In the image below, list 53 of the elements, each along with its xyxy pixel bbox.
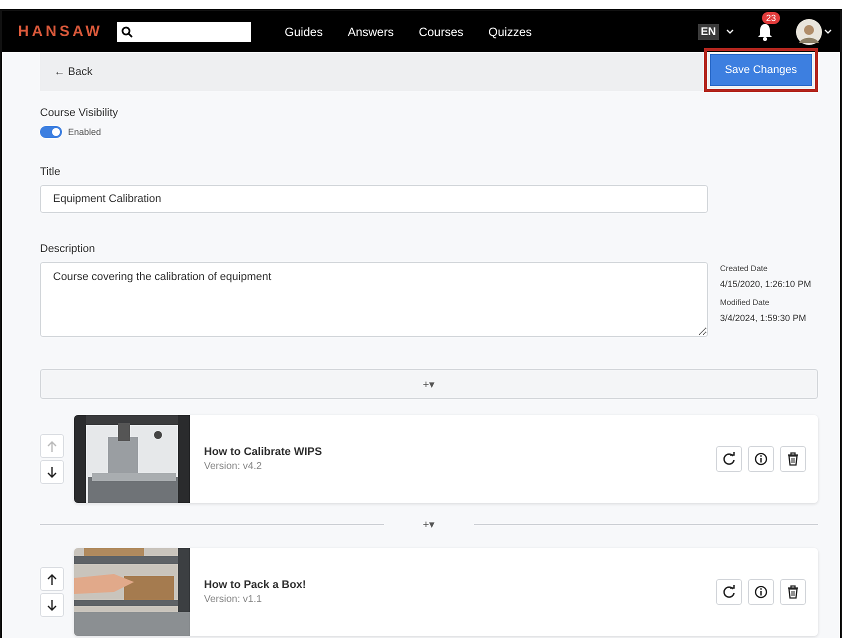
delete-button[interactable] xyxy=(780,446,806,472)
nav-link[interactable]: Answers xyxy=(348,24,394,38)
field-label: Title xyxy=(40,166,62,178)
date-label: Modified Date xyxy=(720,298,770,307)
guide-version: Version: v1.1 xyxy=(204,594,263,605)
info-button[interactable] xyxy=(748,579,774,605)
caret-icon xyxy=(726,28,734,34)
date-value: 4/15/2020, 1:26:10 PM xyxy=(720,279,812,289)
arrow-up-icon xyxy=(46,572,58,586)
trash-icon xyxy=(786,585,800,599)
language-selector[interactable]: EN xyxy=(698,24,719,40)
date-value: 3/4/2024, 1:59:30 PM xyxy=(720,313,808,323)
caret-icon xyxy=(824,28,832,34)
nav-link[interactable]: Quizzes xyxy=(488,24,532,38)
guide-title: How to Pack a Box! xyxy=(204,579,308,591)
delete-button[interactable] xyxy=(780,579,806,605)
nav-link[interactable]: Guides xyxy=(284,24,323,38)
guide-card[interactable]: How to Pack a Box! Version: v1.1 xyxy=(74,548,818,636)
add-button[interactable]: +▾ xyxy=(40,369,818,399)
date-label: Created Date xyxy=(720,264,769,273)
info-button[interactable] xyxy=(748,446,774,472)
search-field[interactable] xyxy=(116,22,251,42)
guide-card[interactable]: How to Calibrate WIPS Version: v4.2 xyxy=(74,415,818,503)
save-button[interactable]: Save Changes xyxy=(710,54,812,86)
add-button[interactable]: +▾ xyxy=(384,517,474,532)
arrow-down-icon xyxy=(46,466,58,478)
info-icon xyxy=(754,585,768,599)
info-icon xyxy=(754,452,768,466)
toggle-switch[interactable] xyxy=(40,126,62,138)
refresh-button[interactable] xyxy=(716,579,742,605)
notification-badge: 23 xyxy=(762,12,780,24)
nav-link[interactable]: Courses xyxy=(418,24,464,38)
search-icon xyxy=(120,26,133,38)
bell-icon[interactable] xyxy=(756,22,774,42)
refresh-button[interactable] xyxy=(716,446,742,472)
move-up-button[interactable] xyxy=(40,567,64,591)
refresh-icon xyxy=(722,585,736,599)
trash-icon xyxy=(786,452,800,466)
arrow-up-icon xyxy=(46,440,58,452)
avatar[interactable] xyxy=(796,18,822,44)
guide-version: Version: v4.2 xyxy=(204,461,263,472)
description-field[interactable]: Course covering the calibration of equipment xyxy=(40,262,708,337)
move-down-button[interactable] xyxy=(40,460,64,484)
refresh-icon xyxy=(722,452,736,466)
logo[interactable]: HANSAW xyxy=(18,22,105,40)
field-label: Course Visibility xyxy=(40,107,120,119)
arrow-down-icon xyxy=(46,598,58,612)
back-link[interactable]: ← Back xyxy=(54,66,93,78)
guide-title: How to Calibrate WIPS xyxy=(204,446,323,458)
toggle-label: Enabled xyxy=(68,127,102,137)
move-down-button[interactable] xyxy=(40,593,64,617)
title-field[interactable]: Equipment Calibration xyxy=(40,185,708,213)
field-label: Description xyxy=(40,243,96,255)
